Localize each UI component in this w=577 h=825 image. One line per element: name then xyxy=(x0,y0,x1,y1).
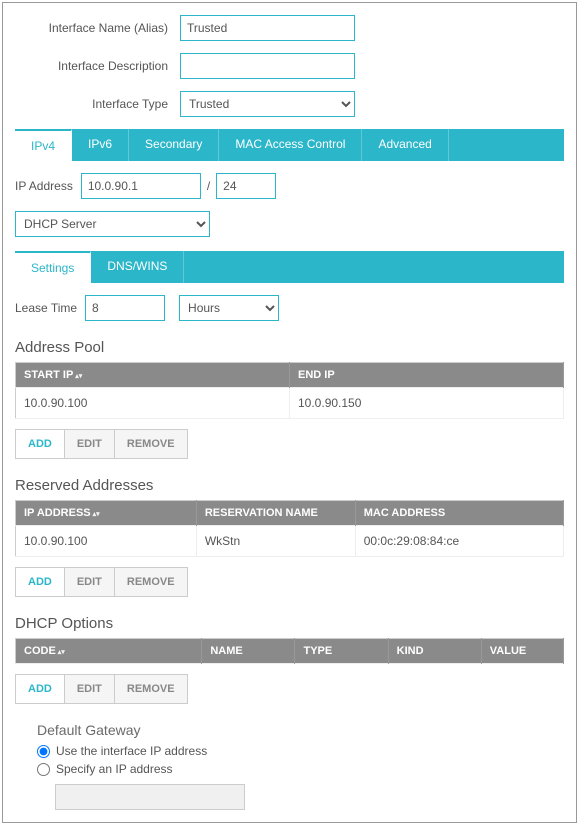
row-type: Interface Type Trusted xyxy=(15,91,564,117)
slash: / xyxy=(207,179,210,193)
table-reserved: IP Address Reservation Name MAC Address … xyxy=(15,500,564,557)
edit-button[interactable]: EDIT xyxy=(65,430,115,458)
radio-specify[interactable]: Specify an IP address xyxy=(37,762,564,776)
col-mac[interactable]: MAC Address xyxy=(355,501,563,526)
title-gateway: Default Gateway xyxy=(37,722,564,738)
tab-advanced[interactable]: Advanced xyxy=(362,129,448,161)
add-button[interactable]: ADD xyxy=(16,568,65,596)
title-reserved: Reserved Addresses xyxy=(15,477,564,494)
tab-dnswins[interactable]: DNS/WINS xyxy=(91,251,184,283)
table-row[interactable]: 10.0.90.100 WkStn 00:0c:29:08:84:ce xyxy=(16,526,564,557)
label-name: Interface Name (Alias) xyxy=(15,21,180,35)
input-gateway-ip xyxy=(55,784,245,810)
radio-use-interface[interactable]: Use the interface IP address xyxy=(37,744,564,758)
edit-button[interactable]: EDIT xyxy=(65,568,115,596)
add-button[interactable]: ADD xyxy=(16,675,65,703)
input-mask[interactable] xyxy=(216,173,276,199)
tab-secondary[interactable]: Secondary xyxy=(129,129,219,161)
row-desc: Interface Description xyxy=(15,53,564,79)
col-type[interactable]: Type xyxy=(295,639,388,664)
table-options: Code Name Type Kind Value xyxy=(15,638,564,664)
table-header: Code Name Type Kind Value xyxy=(16,639,564,664)
add-button[interactable]: ADD xyxy=(16,430,65,458)
row-ip: IP Address / xyxy=(15,173,564,199)
cell-end: 10.0.90.150 xyxy=(290,388,564,419)
label-desc: Interface Description xyxy=(15,59,180,73)
tabs-main: IPv4 IPv6 Secondary MAC Access Control A… xyxy=(15,129,564,161)
label-lease: Lease Time xyxy=(15,301,77,315)
col-name[interactable]: Name xyxy=(202,639,295,664)
tabs-dhcp: Settings DNS/WINS xyxy=(15,251,564,283)
select-dhcp-mode[interactable]: DHCP Server xyxy=(15,211,210,237)
table-header: IP Address Reservation Name MAC Address xyxy=(16,501,564,526)
edit-button[interactable]: EDIT xyxy=(65,675,115,703)
table-pool: Start IP End IP 10.0.90.100 10.0.90.150 xyxy=(15,362,564,419)
col-start[interactable]: Start IP xyxy=(16,363,290,388)
input-ip[interactable] xyxy=(81,173,201,199)
select-interface-type[interactable]: Trusted xyxy=(180,91,355,117)
tab-ipv4[interactable]: IPv4 xyxy=(15,129,72,161)
tab-settings[interactable]: Settings xyxy=(15,251,91,283)
cell-mac: 00:0c:29:08:84:ce xyxy=(355,526,563,557)
table-header: Start IP End IP xyxy=(16,363,564,388)
input-lease[interactable] xyxy=(85,295,165,321)
col-resname[interactable]: Reservation Name xyxy=(196,501,355,526)
label-type: Interface Type xyxy=(15,97,180,111)
cell-ip: 10.0.90.100 xyxy=(16,526,197,557)
cell-start: 10.0.90.100 xyxy=(16,388,290,419)
remove-button[interactable]: REMOVE xyxy=(115,430,187,458)
row-name: Interface Name (Alias) xyxy=(15,15,564,41)
title-options: DHCP Options xyxy=(15,615,564,632)
pool-buttons: ADD EDIT REMOVE xyxy=(15,429,188,459)
col-value[interactable]: Value xyxy=(481,639,563,664)
panel: Interface Name (Alias) Interface Descrip… xyxy=(2,2,577,823)
input-interface-name[interactable] xyxy=(180,15,355,41)
col-end[interactable]: End IP xyxy=(290,363,564,388)
label-ip: IP Address xyxy=(15,179,73,193)
col-ip[interactable]: IP Address xyxy=(16,501,197,526)
title-pool: Address Pool xyxy=(15,339,564,356)
reserved-buttons: ADD EDIT REMOVE xyxy=(15,567,188,597)
col-kind[interactable]: Kind xyxy=(388,639,481,664)
remove-button[interactable]: REMOVE xyxy=(115,568,187,596)
select-lease-unit[interactable]: Hours xyxy=(179,295,279,321)
tab-mac[interactable]: MAC Access Control xyxy=(219,129,362,161)
table-row[interactable]: 10.0.90.100 10.0.90.150 xyxy=(16,388,564,419)
remove-button[interactable]: REMOVE xyxy=(115,675,187,703)
options-buttons: ADD EDIT REMOVE xyxy=(15,674,188,704)
radio-use-interface-label: Use the interface IP address xyxy=(56,744,207,758)
input-interface-desc[interactable] xyxy=(180,53,355,79)
col-code[interactable]: Code xyxy=(16,639,202,664)
row-lease: Lease Time Hours xyxy=(15,295,564,321)
cell-resname: WkStn xyxy=(196,526,355,557)
radio-specify-input[interactable] xyxy=(37,763,50,776)
tab-ipv6[interactable]: IPv6 xyxy=(72,129,129,161)
radio-specify-label: Specify an IP address xyxy=(56,762,173,776)
radio-use-interface-input[interactable] xyxy=(37,745,50,758)
